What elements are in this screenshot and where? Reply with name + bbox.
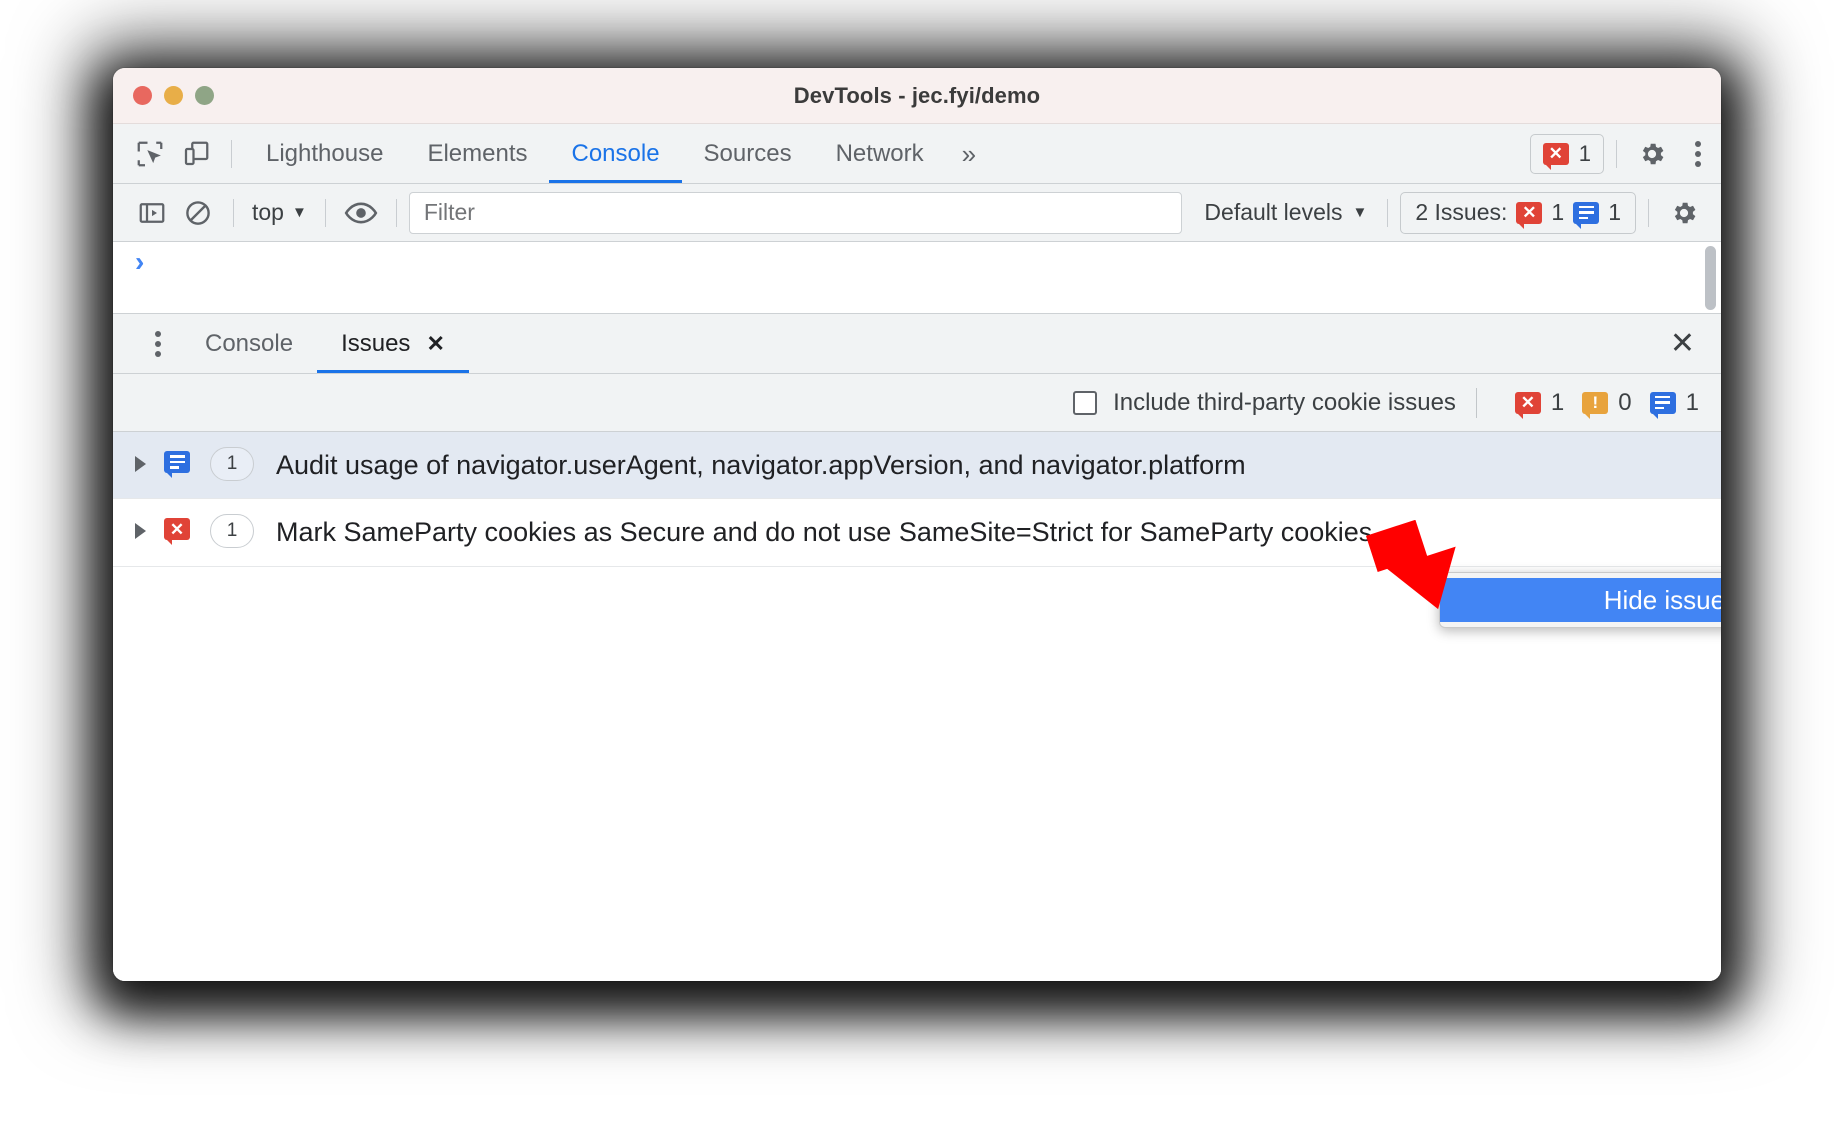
zoom-window-button[interactable]	[195, 86, 214, 105]
toolbar-divider	[231, 139, 232, 168]
console-toolbar: top ▼ Default levels ▼ 2 Issues: ✕ 1 1	[113, 184, 1721, 242]
issues-error-count: 1	[1551, 199, 1565, 225]
issues-error-count-group: ✕ 1	[1514, 388, 1565, 419]
warning-bubble-icon-toolbar: !	[1582, 391, 1609, 419]
tab-elements[interactable]: Elements	[405, 124, 549, 183]
third-party-cookie-checkbox-wrap[interactable]: Include third-party cookie issues	[1073, 389, 1456, 417]
third-party-cookie-checkbox[interactable]	[1073, 390, 1098, 415]
error-bubble-icon: ✕	[1542, 142, 1569, 170]
issues-toolbar-warning-count: 0	[1618, 388, 1632, 416]
window-title: DevTools - jec.fyi/demo	[793, 82, 1041, 108]
issues-toolbar: Include third-party cookie issues ✕ 1 ! …	[113, 374, 1721, 432]
drawer-tab-console-label: Console	[205, 330, 294, 357]
close-icon-issues-tab[interactable]: ✕	[426, 314, 444, 373]
console-settings-gear-icon[interactable]	[1661, 190, 1707, 236]
close-window-button[interactable]	[133, 86, 152, 105]
toolbar-divider-2	[1616, 139, 1617, 168]
issue-title[interactable]: Audit usage of navigator.userAgent, navi…	[276, 446, 1276, 484]
chevron-down-icon-levels: ▼	[1352, 204, 1368, 221]
console-toolbar-divider-1	[233, 198, 234, 227]
issues-toolbar-error-count: 1	[1550, 388, 1565, 416]
issue-count-pill: 1	[210, 514, 254, 549]
cursor-arrow-annotation	[1366, 520, 1456, 610]
drawer-panel: Console Issues ✕ ✕ Include third-party c…	[113, 314, 1721, 981]
main-tabbar: Lighthouse Elements Console Sources Netw…	[113, 124, 1721, 184]
drawer-tab-issues-label: Issues	[341, 330, 411, 357]
context-menu: Hide issues like this	[1439, 572, 1721, 628]
gear-icon[interactable]	[1629, 131, 1675, 177]
close-drawer-icon[interactable]: ✕	[1644, 328, 1721, 359]
third-party-cookie-label: Include third-party cookie issues	[1113, 388, 1456, 416]
tab-sources[interactable]: Sources	[682, 124, 814, 183]
error-bubble-icon-row: ✕	[164, 518, 190, 546]
drawer-tabbar: Console Issues ✕ ✕	[113, 314, 1721, 374]
issues-toolbar-info-count: 1	[1685, 388, 1699, 416]
kebab-menu-icon[interactable]	[1675, 131, 1721, 177]
console-sidebar-icon[interactable]	[129, 190, 175, 236]
drawer-kebab-icon[interactable]	[135, 321, 181, 367]
expand-triangle-icon[interactable]	[135, 456, 146, 472]
tab-console[interactable]: Console	[549, 124, 681, 183]
log-levels-selector[interactable]: Default levels ▼	[1196, 199, 1375, 226]
menu-item-hide-issues-like-this[interactable]: Hide issues like this	[1440, 578, 1721, 622]
console-toolbar-divider-3	[395, 198, 397, 227]
issues-summary-label: 2 Issues:	[1415, 199, 1508, 225]
expand-triangle-icon[interactable]	[135, 523, 146, 540]
devtools-window: DevTools - jec.fyi/demo Lighthouse Eleme…	[113, 68, 1721, 981]
issue-count-pill: 1	[210, 447, 254, 481]
info-bubble-icon-chip	[1573, 201, 1600, 229]
console-toolbar-divider-4	[1387, 198, 1389, 227]
issues-toolbar-divider	[1475, 387, 1477, 418]
traffic-lights	[113, 86, 214, 105]
info-bubble-icon-toolbar	[1649, 391, 1676, 419]
console-toolbar-divider-5	[1648, 198, 1649, 227]
device-toolbar-icon[interactable]	[173, 131, 219, 177]
error-bubble-icon-toolbar: ✕	[1514, 391, 1541, 419]
window-titlebar: DevTools - jec.fyi/demo	[113, 68, 1721, 124]
issue-row[interactable]: 1 Audit usage of navigator.userAgent, na…	[113, 432, 1721, 500]
more-tabs-icon[interactable]: »	[946, 141, 992, 167]
inspect-element-icon[interactable]	[127, 131, 173, 177]
issues-info-count: 1	[1608, 199, 1621, 225]
console-scrollbar[interactable]	[1705, 246, 1716, 310]
console-prompt-icon: ›	[135, 246, 145, 277]
issue-row[interactable]: ✕ 1 Mark SameParty cookies as Secure and…	[113, 499, 1721, 567]
console-output-area[interactable]: ›	[113, 242, 1721, 314]
chevron-down-icon: ▼	[291, 204, 307, 221]
log-levels-value: Default levels	[1204, 199, 1343, 225]
execution-context-selector[interactable]: top ▼	[246, 199, 313, 226]
issues-info-count-group: 1	[1649, 388, 1699, 419]
execution-context-value: top	[252, 199, 284, 225]
filter-input[interactable]	[408, 191, 1183, 234]
issues-warning-count-group: ! 0	[1582, 388, 1632, 419]
error-count-value: 1	[1578, 140, 1591, 166]
drawer-tab-issues[interactable]: Issues ✕	[317, 314, 469, 373]
error-bubble-icon-chip: ✕	[1516, 201, 1543, 229]
info-bubble-icon-row	[164, 451, 190, 478]
issues-list: 1 Audit usage of navigator.userAgent, na…	[113, 432, 1721, 981]
console-toolbar-divider-2	[324, 198, 326, 227]
drawer-tab-console[interactable]: Console	[181, 314, 317, 373]
error-count-badge[interactable]: ✕ 1	[1529, 133, 1604, 174]
clear-console-icon[interactable]	[175, 190, 221, 236]
issue-title[interactable]: Mark SameParty cookies as Secure and do …	[276, 513, 1402, 551]
tab-network[interactable]: Network	[814, 124, 946, 183]
tab-lighthouse[interactable]: Lighthouse	[244, 124, 405, 183]
minimize-window-button[interactable]	[164, 86, 183, 105]
live-expression-icon[interactable]	[338, 190, 384, 236]
issues-summary-badge[interactable]: 2 Issues: ✕ 1 1	[1400, 191, 1636, 234]
